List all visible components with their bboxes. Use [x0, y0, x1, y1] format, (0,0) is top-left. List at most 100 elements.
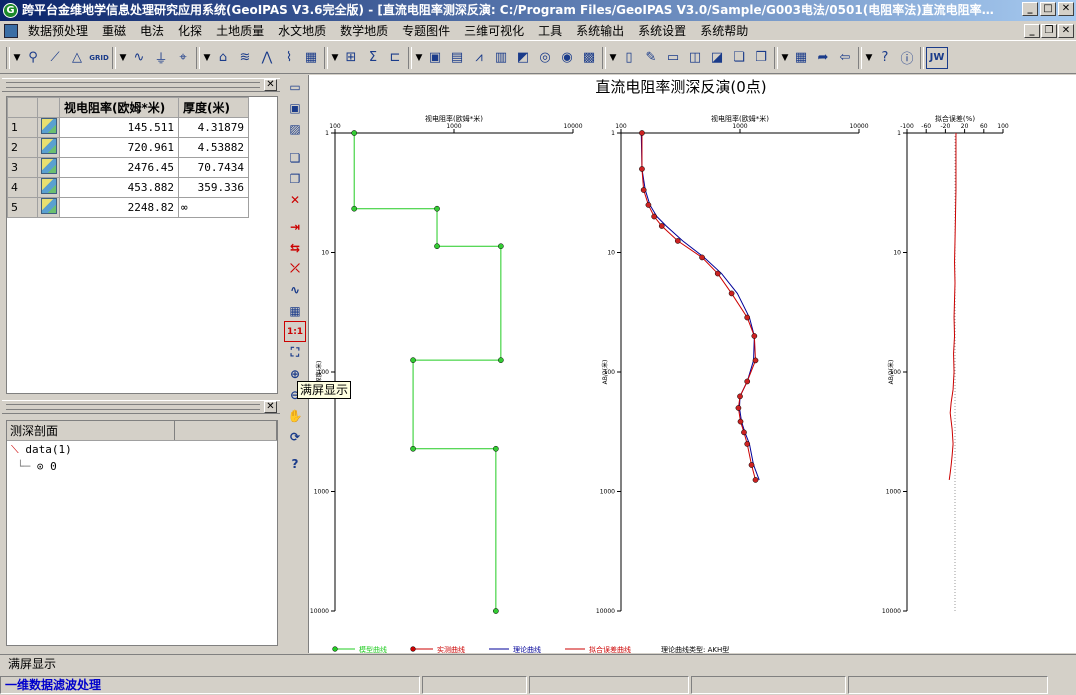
header-resistivity[interactable]: 视电阻率(欧姆*米): [59, 97, 179, 118]
help-icon[interactable]: ?: [874, 47, 896, 69]
hand-icon[interactable]: ✋: [284, 405, 306, 426]
thickness-cell[interactable]: 70.7434: [178, 157, 249, 178]
tree-child[interactable]: └─ ⊙ 0: [7, 458, 277, 475]
table-row[interactable]: 2 720.961 4.53882: [7, 137, 249, 158]
menu-land-quality[interactable]: 土地质量: [209, 22, 271, 40]
document-icon[interactable]: [4, 23, 18, 38]
edit-icon[interactable]: ⟋: [44, 47, 66, 69]
bar-chart-icon[interactable]: ▥: [490, 47, 512, 69]
pick-icon[interactable]: ⚲: [22, 47, 44, 69]
row-number[interactable]: 2: [7, 137, 38, 158]
split-layer-icon[interactable]: ⇆: [284, 237, 306, 258]
remove-layer-icon[interactable]: ⤫: [284, 258, 306, 279]
rings-icon[interactable]: ◎: [534, 47, 556, 69]
jw-logo-icon[interactable]: JW: [926, 46, 948, 69]
menu-system-help[interactable]: 系统帮助: [693, 22, 755, 40]
wave-icon[interactable]: ∿: [128, 47, 150, 69]
sphere-icon[interactable]: ◉: [556, 47, 578, 69]
calculate-icon[interactable]: ▦: [284, 300, 306, 321]
actual-size-icon[interactable]: 1:1: [284, 321, 306, 342]
table-row[interactable]: 5 2248.82 ∞: [7, 197, 249, 218]
chevron-down-icon[interactable]: ▼: [414, 53, 424, 63]
calculator-icon[interactable]: ▯: [618, 47, 640, 69]
copy-icon[interactable]: ❏: [284, 147, 306, 168]
pattern-icon[interactable]: ▩: [578, 47, 600, 69]
menu-gravity-magnetic[interactable]: 重磁: [95, 22, 133, 40]
numbers-icon[interactable]: ▤: [446, 47, 468, 69]
tree-root[interactable]: ⟍ data(1): [7, 441, 277, 458]
menu-tools[interactable]: 工具: [531, 22, 569, 40]
profile-icon[interactable]: ⋀: [256, 47, 278, 69]
curve-icon[interactable]: ∿: [284, 279, 306, 300]
paste-icon[interactable]: ❐: [284, 168, 306, 189]
line-chart-icon[interactable]: ⩘: [468, 47, 490, 69]
sigma-icon[interactable]: Σ: [362, 47, 384, 69]
info-icon[interactable]: ⓘ: [896, 47, 918, 69]
chevron-down-icon[interactable]: ▼: [202, 53, 212, 63]
open-icon[interactable]: ▭: [284, 76, 306, 97]
maximize-button[interactable]: □: [1040, 2, 1056, 16]
resistivity-cell[interactable]: 2248.82: [59, 197, 179, 218]
house-icon[interactable]: ⌂: [212, 47, 234, 69]
table-row[interactable]: 4 453.882 359.336: [7, 177, 249, 198]
menu-system-output[interactable]: 系统输出: [569, 22, 631, 40]
resistivity-cell[interactable]: 453.882: [59, 177, 179, 198]
menu-data-preprocess[interactable]: 数据预处理: [21, 22, 95, 40]
paste-icon[interactable]: ❐: [750, 47, 772, 69]
help-icon[interactable]: ?: [284, 453, 306, 474]
thickness-cell[interactable]: ∞: [178, 197, 249, 218]
row-number[interactable]: 1: [7, 117, 38, 138]
filter-icon[interactable]: ⏚: [150, 47, 172, 69]
grid-icon[interactable]: GRID: [88, 47, 110, 69]
clipboard-icon[interactable]: ▭: [662, 47, 684, 69]
close-icon[interactable]: ✕: [264, 401, 277, 413]
menu-math-geology[interactable]: 数学地质: [333, 22, 395, 40]
map-icon[interactable]: ▦: [300, 47, 322, 69]
brush-icon[interactable]: ✎: [640, 47, 662, 69]
curve-icon[interactable]: ⌇: [278, 47, 300, 69]
menu-thematic-maps[interactable]: 专题图件: [395, 22, 457, 40]
frame-icon[interactable]: ▣: [424, 47, 446, 69]
menu-3d-visualization[interactable]: 三维可视化: [457, 22, 531, 40]
close-icon[interactable]: ✕: [264, 79, 277, 91]
contour-icon[interactable]: ≋: [234, 47, 256, 69]
menu-hydrogeology[interactable]: 水文地质: [271, 22, 333, 40]
resistivity-cell[interactable]: 2476.45: [59, 157, 179, 178]
row-number[interactable]: 3: [7, 157, 38, 178]
minimize-button[interactable]: _: [1022, 2, 1038, 16]
chevron-down-icon[interactable]: ▼: [330, 53, 340, 63]
refresh-icon[interactable]: ⟳: [284, 426, 306, 447]
chevron-down-icon[interactable]: ▼: [12, 53, 22, 63]
scale-icon[interactable]: ⊞: [340, 47, 362, 69]
section-icon[interactable]: ⌖: [172, 47, 194, 69]
import-icon[interactable]: ⇦: [834, 47, 856, 69]
mdi-minimize-button[interactable]: _: [1024, 24, 1040, 38]
resistivity-cell[interactable]: 145.511: [59, 117, 179, 138]
chevron-down-icon[interactable]: ▼: [864, 53, 874, 63]
row-number[interactable]: 5: [7, 197, 38, 218]
menu-geochem[interactable]: 化探: [171, 22, 209, 40]
mdi-restore-button[interactable]: ❐: [1041, 24, 1057, 38]
open-icon[interactable]: ◪: [706, 47, 728, 69]
export-icon[interactable]: ➦: [812, 47, 834, 69]
delete-icon[interactable]: ✕: [284, 189, 306, 210]
resistivity-cell[interactable]: 720.961: [59, 137, 179, 158]
color-map-icon[interactable]: ◩: [512, 47, 534, 69]
triangle-icon[interactable]: △: [66, 47, 88, 69]
folder-icon[interactable]: ◫: [684, 47, 706, 69]
header-thickness[interactable]: 厚度(米): [178, 97, 249, 118]
chevron-down-icon[interactable]: ▼: [780, 53, 790, 63]
copy-icon[interactable]: ❏: [728, 47, 750, 69]
tree-root-label[interactable]: data(1): [25, 443, 71, 456]
palette-icon[interactable]: ▦: [790, 47, 812, 69]
stack-icon[interactable]: ⊏: [384, 47, 406, 69]
thickness-cell[interactable]: 4.53882: [178, 137, 249, 158]
mdi-close-button[interactable]: ✕: [1058, 24, 1074, 38]
insert-layer-icon[interactable]: ⇥: [284, 216, 306, 237]
chevron-down-icon[interactable]: ▼: [608, 53, 618, 63]
menu-electric[interactable]: 电法: [133, 22, 171, 40]
full-screen-icon[interactable]: ⛶: [284, 342, 306, 363]
save-icon[interactable]: ▣: [284, 97, 306, 118]
thickness-cell[interactable]: 359.336: [178, 177, 249, 198]
chevron-down-icon[interactable]: ▼: [118, 53, 128, 63]
